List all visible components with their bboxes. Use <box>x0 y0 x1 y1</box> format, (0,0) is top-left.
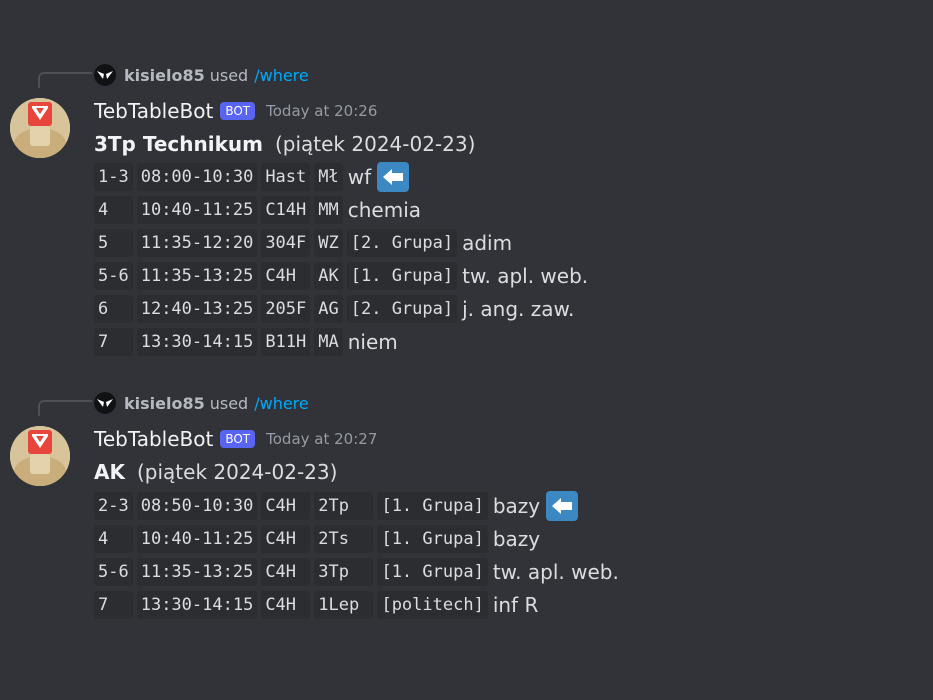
schedule-teacher: AK <box>94 460 125 484</box>
lesson-teacher: MA <box>314 328 343 356</box>
lesson-group: [2. Grupa] <box>346 229 458 257</box>
lesson-number: 1-3 <box>94 163 133 191</box>
lesson-teacher: WZ <box>314 229 343 257</box>
lesson-room: 205F <box>261 295 311 323</box>
schedule-class: 3Tp Technikum <box>94 132 263 156</box>
lesson-time: 10:40-11:25 <box>136 525 258 553</box>
lesson-subject: bazy <box>492 494 541 518</box>
schedule-date: (piątek 2024-02-23) <box>274 132 476 156</box>
reply-context[interactable]: kisielo85 used /where <box>94 63 309 87</box>
lesson-number: 7 <box>94 328 133 356</box>
schedule-title: AK (piątek 2024-02-23) <box>94 459 337 485</box>
lesson-time: 08:00-10:30 <box>136 163 258 191</box>
lesson-teacher: AK <box>314 262 343 290</box>
lesson-room: 304F <box>261 229 311 257</box>
schedule-row: 5-6 11:35-13:25 C4H AK [1. Grupa] tw. ap… <box>94 262 588 290</box>
lesson-time: 13:30-14:15 <box>136 591 258 619</box>
lesson-time: 11:35-13:25 <box>136 558 258 586</box>
lesson-subject: adim <box>462 231 513 255</box>
lesson-number: 4 <box>94 196 133 224</box>
lesson-subject: wf <box>347 165 372 189</box>
lesson-group: [1. Grupa] <box>377 492 488 520</box>
schedule-row: 6 12:40-13:25 205F AG [2. Grupa] j. ang.… <box>94 295 574 323</box>
lesson-time: 11:35-12:20 <box>136 229 258 257</box>
lesson-subject: tw. apl. web. <box>462 264 589 288</box>
lesson-room: C4H <box>261 525 311 553</box>
lesson-time: 11:35-13:25 <box>136 262 258 290</box>
lesson-number: 2-3 <box>94 492 133 520</box>
lesson-group: [2. Grupa] <box>346 295 458 323</box>
lesson-number: 5-6 <box>94 262 133 290</box>
lesson-number: 7 <box>94 591 133 619</box>
lesson-class: 1Lep <box>314 591 374 619</box>
lesson-number: 5-6 <box>94 558 133 586</box>
user-avatar-icon[interactable] <box>94 64 116 86</box>
lesson-subject: inf R <box>492 593 539 617</box>
lesson-class: 2Tp <box>314 492 374 520</box>
schedule-row: 4 10:40-11:25 C4H 2Ts [1. Grupa] bazy <box>94 525 540 553</box>
message-header: TebTableBot BOT Today at 20:26 <box>94 99 377 123</box>
user-avatar-icon[interactable] <box>94 392 116 414</box>
reply-username[interactable]: kisielo85 <box>124 394 205 413</box>
reply-used-text: used <box>209 393 249 413</box>
schedule-date: (piątek 2024-02-23) <box>136 460 338 484</box>
lesson-group: [1. Grupa] <box>377 525 488 553</box>
current-lesson-arrow-icon <box>377 162 410 192</box>
lesson-subject: tw. apl. web. <box>492 560 619 584</box>
lesson-number: 4 <box>94 525 133 553</box>
lesson-room: C4H <box>261 591 311 619</box>
lesson-room: C4H <box>261 558 311 586</box>
reply-command[interactable]: /where <box>254 66 309 85</box>
bot-avatar[interactable] <box>10 426 70 486</box>
lesson-time: 08:50-10:30 <box>136 492 258 520</box>
reply-command[interactable]: /where <box>254 394 309 413</box>
reply-used-text: used <box>209 65 249 85</box>
lesson-number: 6 <box>94 295 133 323</box>
lesson-room: C14H <box>261 196 311 224</box>
schedule-row: 2-3 08:50-10:30 C4H 2Tp [1. Grupa] bazy <box>94 491 579 521</box>
reply-username[interactable]: kisielo85 <box>124 66 205 85</box>
current-lesson-arrow-icon <box>546 491 579 521</box>
lesson-room: Hast <box>261 163 311 191</box>
bot-tag: BOT <box>220 430 256 448</box>
reply-connector <box>38 72 92 88</box>
lesson-class: 3Tp <box>314 558 374 586</box>
lesson-time: 12:40-13:25 <box>136 295 258 323</box>
lesson-number: 5 <box>94 229 133 257</box>
lesson-group: [politech] <box>377 591 488 619</box>
lesson-room: B11H <box>261 328 311 356</box>
bot-name[interactable]: TebTableBot <box>94 99 213 123</box>
schedule-row: 7 13:30-14:15 B11H MA niem <box>94 328 398 356</box>
lesson-room: C4H <box>261 262 311 290</box>
lesson-teacher: Mł <box>314 163 343 191</box>
lesson-subject: niem <box>347 330 398 354</box>
schedule-row: 1-3 08:00-10:30 Hast Mł wf <box>94 162 410 192</box>
reply-connector <box>38 400 92 416</box>
bot-tag: BOT <box>220 102 256 120</box>
schedule-row: 5 11:35-12:20 304F WZ [2. Grupa] adim <box>94 229 512 257</box>
bot-avatar[interactable] <box>10 98 70 158</box>
lesson-class: 2Ts <box>314 525 374 553</box>
lesson-subject: j. ang. zaw. <box>462 297 575 321</box>
lesson-group: [1. Grupa] <box>346 262 458 290</box>
lesson-time: 10:40-11:25 <box>136 196 258 224</box>
bot-name[interactable]: TebTableBot <box>94 427 213 451</box>
lesson-teacher: MM <box>314 196 343 224</box>
lesson-subject: chemia <box>347 198 422 222</box>
schedule-title: 3Tp Technikum (piątek 2024-02-23) <box>94 131 475 157</box>
timestamp[interactable]: Today at 20:27 <box>266 430 377 448</box>
lesson-time: 13:30-14:15 <box>136 328 258 356</box>
schedule-row: 4 10:40-11:25 C14H MM chemia <box>94 196 421 224</box>
lesson-room: C4H <box>261 492 311 520</box>
schedule-row: 7 13:30-14:15 C4H 1Lep [politech] inf R <box>94 591 538 619</box>
schedule-row: 5-6 11:35-13:25 C4H 3Tp [1. Grupa] tw. a… <box>94 558 619 586</box>
lesson-group: [1. Grupa] <box>377 558 488 586</box>
lesson-teacher: AG <box>314 295 343 323</box>
message-header: TebTableBot BOT Today at 20:27 <box>94 427 377 451</box>
reply-context[interactable]: kisielo85 used /where <box>94 391 309 415</box>
lesson-subject: bazy <box>492 527 541 551</box>
timestamp[interactable]: Today at 20:26 <box>266 102 377 120</box>
